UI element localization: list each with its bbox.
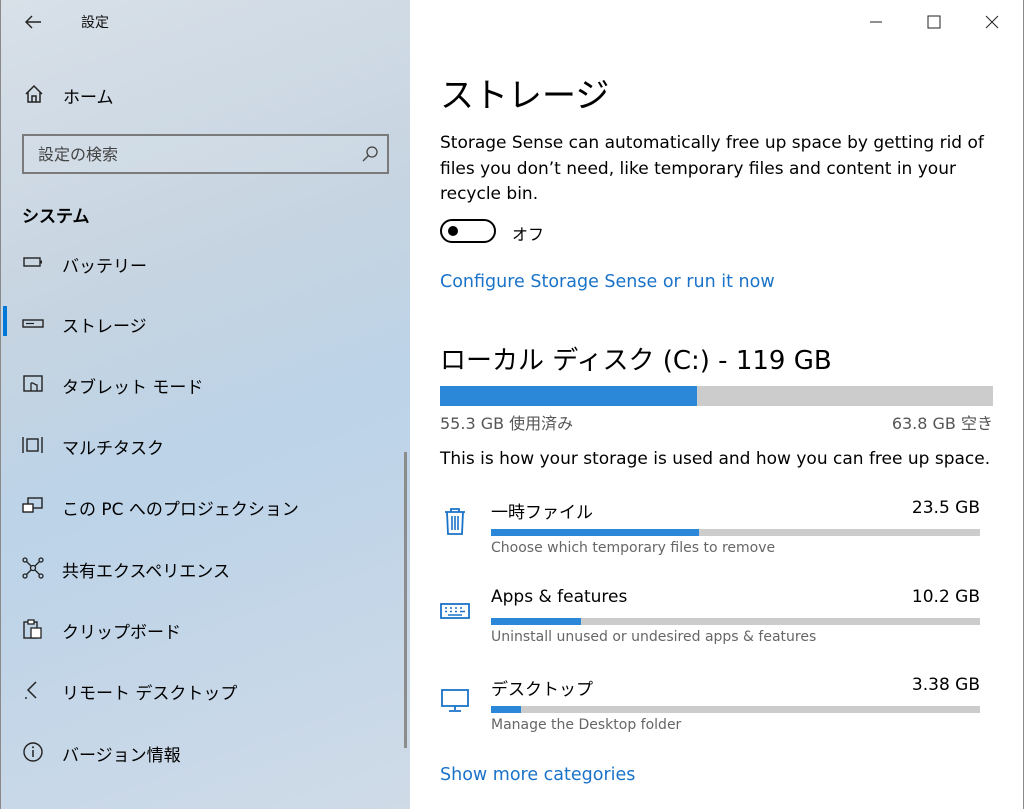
sidebar-item-label: バージョン情報 bbox=[62, 746, 181, 766]
category-size: 3.38 GB bbox=[911, 675, 980, 695]
remote-desktop-icon bbox=[25, 681, 37, 699]
sidebar-item-home-label: ホーム bbox=[63, 88, 114, 108]
shared-experiences-icon bbox=[22, 557, 44, 579]
disk-usage-bar bbox=[440, 386, 993, 406]
close-button[interactable] bbox=[963, 0, 1021, 44]
projection-icon bbox=[22, 497, 43, 513]
category-bar bbox=[491, 529, 980, 536]
category-bar-fill bbox=[491, 618, 582, 625]
sidebar: 設定 ホーム システム バッテリー ストレージ bbox=[0, 0, 410, 809]
category-size: 10.2 GB bbox=[911, 587, 980, 607]
page-title: ストレージ bbox=[440, 76, 610, 116]
tablet-mode-icon bbox=[23, 375, 43, 392]
sidebar-item-remote-desktop[interactable]: リモート デスクトップ bbox=[1, 667, 406, 711]
category-bar bbox=[491, 706, 980, 713]
category-name: デスクトップ bbox=[491, 680, 593, 700]
maximize-icon bbox=[927, 15, 941, 29]
sidebar-item-multitasking[interactable]: マルチタスク bbox=[1, 422, 406, 466]
sidebar-item-label: 共有エクスペリエンス bbox=[62, 562, 230, 582]
sidebar-item-home[interactable]: ホーム bbox=[1, 74, 406, 114]
sidebar-scrollbar[interactable] bbox=[404, 452, 407, 748]
category-apps-features[interactable]: Apps & features 10.2 GB Uninstall unused… bbox=[410, 587, 1024, 667]
close-icon bbox=[985, 15, 999, 29]
toggle-state-label: オフ bbox=[512, 225, 545, 244]
category-name: Apps & features bbox=[491, 587, 628, 607]
category-desktop[interactable]: デスクトップ 3.38 GB Manage the Desktop folder bbox=[410, 675, 1024, 755]
info-icon bbox=[23, 742, 43, 762]
sidebar-item-label: リモート デスクトップ bbox=[62, 684, 238, 704]
category-bar-fill bbox=[491, 706, 521, 713]
active-indicator bbox=[3, 306, 7, 336]
sidebar-titlebar: 設定 bbox=[1, 0, 411, 44]
sidebar-item-battery[interactable]: バッテリー bbox=[1, 240, 406, 284]
sidebar-item-tablet-mode[interactable]: タブレット モード bbox=[1, 361, 406, 405]
multitasking-icon bbox=[22, 437, 43, 453]
storage-sense-toggle[interactable] bbox=[440, 219, 496, 243]
category-name: 一時ファイル bbox=[491, 503, 593, 523]
back-button[interactable] bbox=[19, 8, 47, 36]
app-title: 設定 bbox=[81, 15, 109, 31]
sidebar-item-storage[interactable]: ストレージ bbox=[1, 300, 406, 344]
storage-icon bbox=[22, 319, 44, 328]
main-content: ストレージ Storage Sense can automatically fr… bbox=[410, 0, 1024, 809]
disk-free-label: 63.8 GB 空き bbox=[891, 414, 993, 433]
maximize-button[interactable] bbox=[905, 0, 963, 44]
minimize-icon bbox=[870, 21, 882, 23]
sidebar-item-about[interactable]: バージョン情報 bbox=[1, 729, 406, 773]
sidebar-item-projection[interactable]: この PC へのプロジェクション bbox=[1, 483, 406, 527]
keyboard-icon bbox=[440, 603, 470, 619]
toggle-knob bbox=[448, 226, 458, 236]
disk-used-label: 55.3 GB 使用済み bbox=[440, 414, 574, 433]
category-temporary-files[interactable]: 一時ファイル 23.5 GB Choose which temporary fi… bbox=[410, 498, 1024, 578]
search-box bbox=[22, 134, 389, 174]
category-bar-fill bbox=[491, 529, 699, 536]
category-bar bbox=[491, 618, 980, 625]
disk-usage-fill bbox=[440, 386, 698, 406]
sidebar-item-shared-experiences[interactable]: 共有エクスペリエンス bbox=[1, 545, 406, 589]
show-more-categories-link[interactable]: Show more categories bbox=[440, 765, 635, 785]
configure-storage-sense-link[interactable]: Configure Storage Sense or run it now bbox=[440, 272, 775, 292]
category-subtitle: Uninstall unused or undesired apps & fea… bbox=[491, 629, 817, 645]
sidebar-item-label: タブレット モード bbox=[62, 378, 204, 398]
section-header-system: システム bbox=[22, 207, 90, 227]
category-size: 23.5 GB bbox=[911, 498, 980, 518]
usage-note: This is how your storage is used and how… bbox=[440, 449, 991, 469]
sidebar-item-clipboard[interactable]: クリップボード bbox=[1, 606, 406, 650]
sidebar-item-label: バッテリー bbox=[62, 257, 147, 277]
battery-icon bbox=[23, 257, 42, 267]
clipboard-icon bbox=[23, 619, 42, 639]
minimize-button[interactable] bbox=[847, 0, 905, 44]
monitor-icon bbox=[441, 689, 469, 712]
category-subtitle: Choose which temporary files to remove bbox=[491, 540, 776, 556]
category-subtitle: Manage the Desktop folder bbox=[491, 717, 682, 733]
back-arrow-icon bbox=[25, 15, 41, 29]
search-input[interactable] bbox=[24, 136, 354, 172]
sidebar-item-label: この PC へのプロジェクション bbox=[62, 500, 299, 520]
trash-icon bbox=[445, 508, 465, 535]
disk-title: ローカル ディスク (C:) - 119 GB bbox=[440, 346, 832, 376]
home-icon bbox=[25, 84, 43, 103]
sidebar-item-label: マルチタスク bbox=[62, 439, 164, 459]
storage-sense-description: Storage Sense can automatically free up … bbox=[440, 133, 984, 204]
sidebar-item-label: クリップボード bbox=[62, 623, 181, 643]
search-icon[interactable] bbox=[361, 145, 379, 163]
sidebar-item-label: ストレージ bbox=[62, 317, 147, 337]
